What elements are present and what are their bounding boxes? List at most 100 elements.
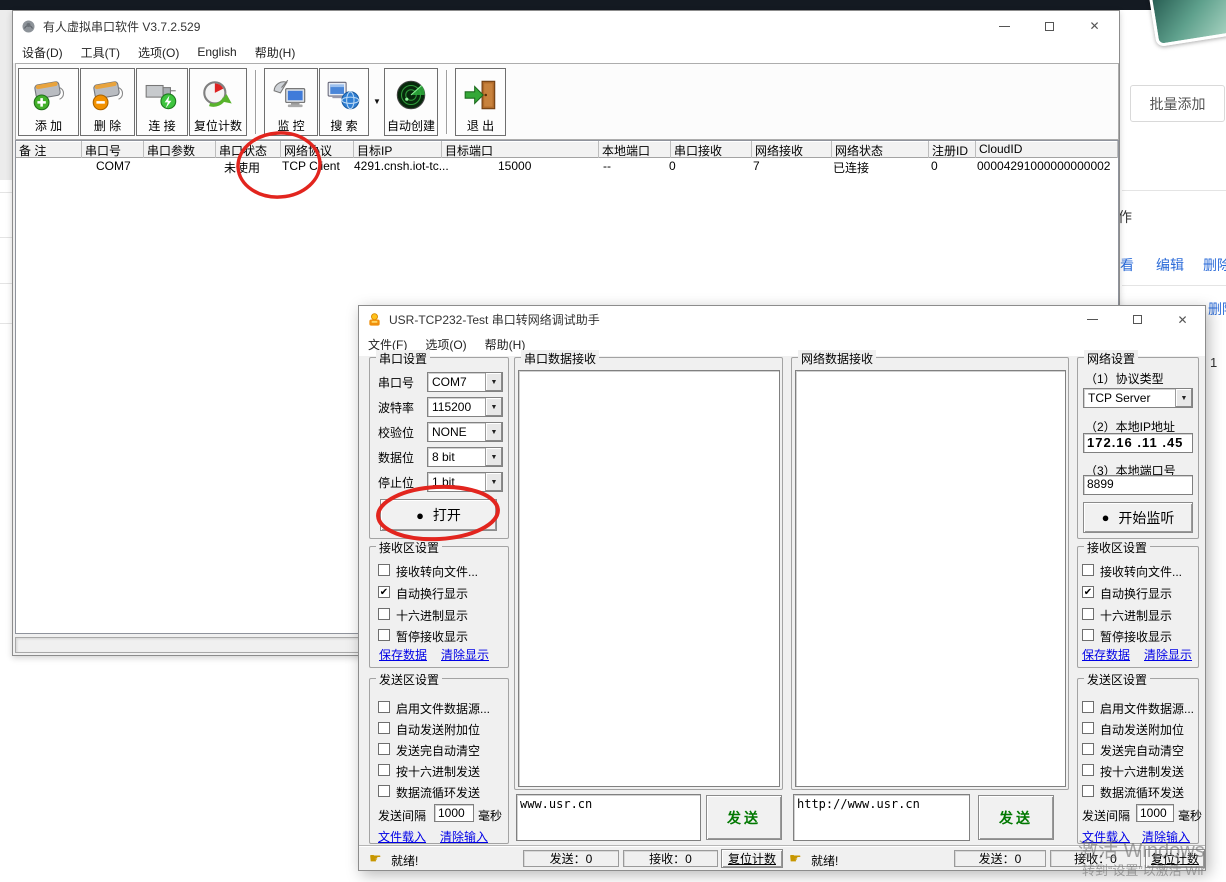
dropdown-arrow-icon[interactable]: ▼ bbox=[485, 448, 502, 466]
col-target-port[interactable]: 目标端口 bbox=[442, 141, 599, 158]
view-link[interactable]: 看 bbox=[1120, 255, 1134, 275]
col-protocol[interactable]: 网络协议 bbox=[281, 141, 354, 158]
col-target-ip[interactable]: 目标IP bbox=[354, 141, 442, 158]
col-net-recv[interactable]: 网络接收 bbox=[752, 141, 832, 158]
clear-input-link[interactable]: 清除输入 bbox=[1142, 828, 1190, 845]
pause-recv-checkbox[interactable]: 暂停接收显示 bbox=[1082, 628, 1172, 645]
minimize-button[interactable] bbox=[982, 11, 1027, 41]
net-reset-count-button[interactable]: 复位计数 bbox=[1145, 849, 1205, 868]
dropdown-arrow-icon[interactable]: ▼ bbox=[1175, 389, 1192, 407]
auto-wrap-checkbox[interactable]: ✔自动换行显示 bbox=[378, 585, 468, 602]
loop-send-checkbox[interactable]: 数据流循环发送 bbox=[378, 784, 480, 801]
send-interval-label: 发送间隔 bbox=[378, 807, 426, 824]
maximize-button[interactable] bbox=[1027, 11, 1072, 41]
menu-help[interactable]: 帮助(H) bbox=[246, 41, 305, 64]
com-port-select[interactable]: COM7▼ bbox=[427, 372, 503, 392]
tb-search-button[interactable]: 搜 索 bbox=[319, 68, 369, 136]
col-cloud-id[interactable]: CloudID bbox=[976, 141, 1118, 158]
recv-settings-group-label: 接收区设置 bbox=[1084, 539, 1150, 556]
usr-titlebar[interactable]: USR-TCP232-Test 串口转网络调试助手 ✕ bbox=[359, 306, 1205, 333]
col-serial-recv[interactable]: 串口接收 bbox=[671, 141, 752, 158]
stop-bits-select[interactable]: 1 bit▼ bbox=[427, 472, 503, 492]
hex-display-checkbox[interactable]: 十六进制显示 bbox=[378, 607, 468, 624]
local-ip-input[interactable]: 172.16 .11 .45 bbox=[1083, 433, 1193, 453]
delete-link[interactable]: 删除 bbox=[1208, 299, 1226, 319]
menu-tools[interactable]: 工具(T) bbox=[72, 41, 129, 64]
page-number[interactable]: 1 bbox=[1210, 355, 1217, 370]
tb-exit-button[interactable]: 退 出 bbox=[455, 68, 506, 136]
menu-options[interactable]: 选项(O) bbox=[129, 41, 188, 64]
dropdown-arrow-icon[interactable]: ▼ bbox=[485, 398, 502, 416]
save-data-link[interactable]: 保存数据 bbox=[379, 646, 427, 663]
serial-send-input[interactable]: www.usr.cn bbox=[516, 794, 701, 841]
delete-link[interactable]: 删除 bbox=[1203, 255, 1226, 275]
col-remark[interactable]: 备 注 bbox=[16, 141, 82, 158]
dropdown-arrow-icon[interactable]: ▼ bbox=[485, 473, 502, 491]
device-row[interactable]: COM7 未使用 TCP Client 4291.cnsh.iot-tc... … bbox=[16, 158, 1118, 175]
dropdown-arrow-icon[interactable]: ▼ bbox=[485, 423, 502, 441]
file-load-link[interactable]: 文件载入 bbox=[1082, 828, 1130, 845]
baud-rate-select[interactable]: 115200▼ bbox=[427, 397, 503, 417]
send-interval-input[interactable]: 1000 bbox=[1136, 804, 1174, 822]
local-port-input[interactable]: 8899 bbox=[1083, 475, 1193, 495]
recv-to-file-checkbox[interactable]: 接收转向文件... bbox=[1082, 563, 1182, 580]
net-send-input[interactable]: http://www.usr.cn bbox=[793, 794, 970, 841]
send-interval-input[interactable]: 1000 bbox=[434, 804, 474, 822]
auto-send-addon-checkbox[interactable]: 自动发送附加位 bbox=[378, 721, 480, 738]
file-load-link[interactable]: 文件载入 bbox=[378, 828, 426, 845]
serial-recv-area[interactable] bbox=[518, 370, 780, 787]
file-data-source-checkbox[interactable]: 启用文件数据源... bbox=[1082, 700, 1194, 717]
col-serial-status[interactable]: 串口状态 bbox=[216, 141, 281, 158]
hex-send-checkbox[interactable]: 按十六进制发送 bbox=[1082, 763, 1184, 780]
close-button[interactable]: ✕ bbox=[1160, 306, 1205, 333]
col-net-status[interactable]: 网络状态 bbox=[832, 141, 929, 158]
auto-send-addon-checkbox[interactable]: 自动发送附加位 bbox=[1082, 721, 1184, 738]
listen-button[interactable]: ●开始监听 bbox=[1083, 502, 1193, 533]
col-serial-params[interactable]: 串口参数 bbox=[144, 141, 216, 158]
usr-window: USR-TCP232-Test 串口转网络调试助手 ✕ 文件(F) 选项(O) … bbox=[358, 305, 1206, 871]
net-send-button[interactable]: 发送 bbox=[978, 795, 1054, 840]
dropdown-arrow-icon[interactable]: ▼ bbox=[485, 373, 502, 391]
vcom-window-controls: ✕ bbox=[982, 11, 1117, 41]
serial-send-button[interactable]: 发送 bbox=[706, 795, 782, 840]
col-reg-id[interactable]: 注册ID bbox=[929, 141, 976, 158]
serial-reset-count-button[interactable]: 复位计数 bbox=[721, 849, 783, 868]
search-dropdown-arrow-icon[interactable]: ▼ bbox=[370, 97, 384, 106]
clear-display-link[interactable]: 清除显示 bbox=[1144, 646, 1192, 663]
row-local-port: -- bbox=[603, 159, 611, 173]
minimize-button[interactable] bbox=[1070, 306, 1115, 333]
protocol-type-select[interactable]: TCP Server▼ bbox=[1083, 388, 1193, 408]
tb-monitor-button[interactable]: 监 控 bbox=[264, 68, 318, 136]
auto-clear-checkbox[interactable]: 发送完自动清空 bbox=[1082, 742, 1184, 759]
maximize-button[interactable] bbox=[1115, 306, 1160, 333]
close-button[interactable]: ✕ bbox=[1072, 11, 1117, 41]
data-bits-select[interactable]: 8 bit▼ bbox=[427, 447, 503, 467]
file-data-source-checkbox[interactable]: 启用文件数据源... bbox=[378, 700, 490, 717]
recv-to-file-checkbox[interactable]: 接收转向文件... bbox=[378, 563, 478, 580]
edit-link[interactable]: 编辑 bbox=[1156, 255, 1184, 275]
row-com-port: COM7 bbox=[96, 159, 131, 173]
col-com-port[interactable]: 串口号 bbox=[82, 141, 144, 158]
pause-recv-checkbox[interactable]: 暂停接收显示 bbox=[378, 628, 468, 645]
col-local-port[interactable]: 本地端口 bbox=[599, 141, 671, 158]
save-data-link[interactable]: 保存数据 bbox=[1082, 646, 1130, 663]
hex-display-checkbox[interactable]: 十六进制显示 bbox=[1082, 607, 1172, 624]
clear-input-link[interactable]: 清除输入 bbox=[440, 828, 488, 845]
tb-auto-create-button[interactable]: 自动创建 bbox=[384, 68, 438, 136]
parity-select[interactable]: NONE▼ bbox=[427, 422, 503, 442]
auto-wrap-checkbox[interactable]: ✔自动换行显示 bbox=[1082, 585, 1172, 602]
tb-add-button[interactable]: 添 加 bbox=[18, 68, 79, 136]
menu-device[interactable]: 设备(D) bbox=[13, 41, 72, 64]
vcom-titlebar[interactable]: 有人虚拟串口软件 V3.7.2.529 ✕ bbox=[13, 11, 1119, 41]
batch-add-button[interactable]: 批量添加 bbox=[1130, 85, 1225, 122]
tb-delete-button[interactable]: 删 除 bbox=[80, 68, 135, 136]
clear-display-link[interactable]: 清除显示 bbox=[441, 646, 489, 663]
hex-send-checkbox[interactable]: 按十六进制发送 bbox=[378, 763, 480, 780]
loop-send-checkbox[interactable]: 数据流循环发送 bbox=[1082, 784, 1184, 801]
open-button[interactable]: ●打开 bbox=[380, 499, 497, 531]
tb-reset-count-button[interactable]: 复位计数 bbox=[189, 68, 247, 136]
tb-connect-button[interactable]: 连 接 bbox=[136, 68, 188, 136]
auto-clear-checkbox[interactable]: 发送完自动清空 bbox=[378, 742, 480, 759]
net-recv-area[interactable] bbox=[795, 370, 1066, 787]
menu-english[interactable]: English bbox=[188, 42, 245, 62]
